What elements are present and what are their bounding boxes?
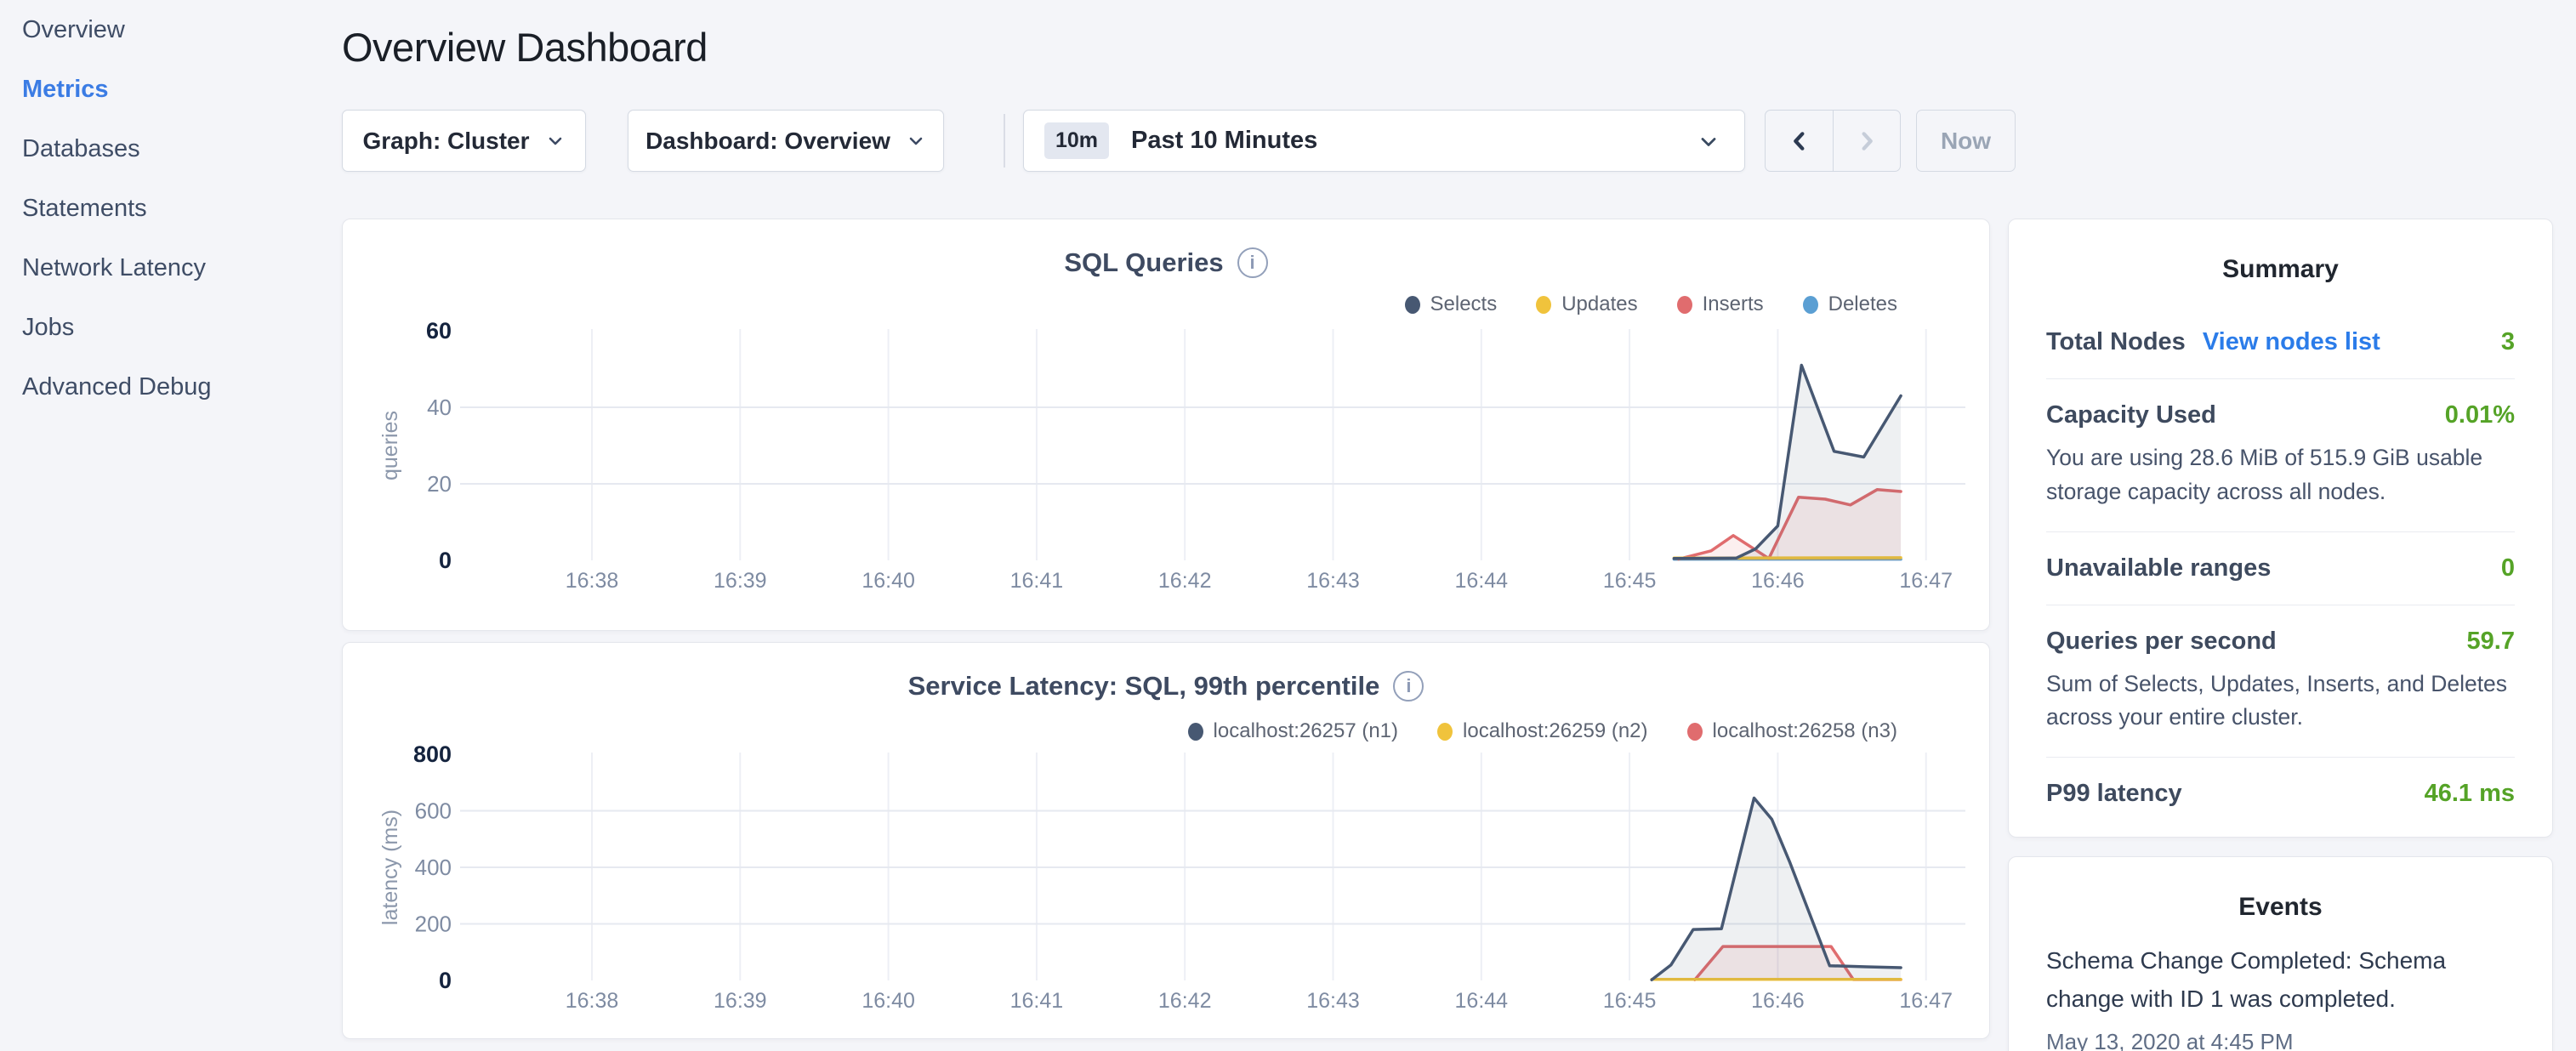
toolbar-divider	[1004, 114, 1005, 168]
svg-text:16:38: 16:38	[566, 569, 619, 593]
next-time-button[interactable]	[1833, 111, 1900, 171]
svg-text:16:40: 16:40	[862, 569, 915, 593]
summary-row-description: Sum of Selects, Updates, Inserts, and De…	[2046, 668, 2515, 736]
event-text: Schema Change Completed: Schema change w…	[2046, 942, 2515, 1019]
view-nodes-list-link[interactable]: View nodes list	[2203, 328, 2380, 356]
summary-row-value: 46.1 ms	[2425, 780, 2515, 808]
chevron-right-icon	[1853, 128, 1880, 155]
events-title: Events	[2009, 857, 2552, 922]
sidebar: OverviewMetricsDatabasesStatementsNetwor…	[0, 0, 340, 1051]
svg-text:16:39: 16:39	[714, 569, 767, 593]
sidebar-item-metrics[interactable]: Metrics	[22, 60, 340, 119]
svg-text:0: 0	[439, 548, 452, 573]
svg-text:400: 400	[415, 855, 452, 880]
svg-text:600: 600	[415, 798, 452, 824]
event-item[interactable]: Schema Change Completed: Schema change w…	[2046, 942, 2515, 1051]
dashboard-dropdown[interactable]: Dashboard: Overview	[628, 110, 944, 172]
svg-text:200: 200	[415, 912, 452, 937]
svg-text:16:42: 16:42	[1158, 569, 1212, 593]
sql-queries-chart-card: SQL Queriesi SelectsUpdatesInsertsDelete…	[342, 219, 1990, 631]
svg-text:16:44: 16:44	[1455, 569, 1509, 593]
events-panel: Events Schema Change Completed: Schema c…	[2008, 856, 2553, 1051]
svg-text:40: 40	[427, 395, 452, 420]
summary-row: Total Nodes View nodes list 3	[2046, 306, 2515, 379]
summary-row: Capacity Used 0.01% You are using 28.6 MiB…	[2046, 379, 2515, 532]
graph-dropdown-label: Graph: Cluster	[362, 128, 529, 155]
page-title: Overview Dashboard	[342, 24, 708, 71]
summary-row: Unavailable ranges 0	[2046, 532, 2515, 605]
summary-row-label: Total Nodes	[2046, 328, 2186, 356]
svg-text:16:40: 16:40	[862, 989, 915, 1013]
sidebar-item-databases[interactable]: Databases	[22, 119, 340, 179]
time-range-badge: 10m	[1044, 122, 1109, 159]
app-root: OverviewMetricsDatabasesStatementsNetwor…	[0, 0, 2576, 1051]
summary-row-label: Queries per second	[2046, 628, 2277, 656]
svg-text:16:43: 16:43	[1306, 989, 1360, 1013]
summary-row-label: Unavailable ranges	[2046, 554, 2271, 582]
summary-row-description: You are using 28.6 MiB of 515.9 GiB usab…	[2046, 441, 2515, 509]
summary-row-value: 0.01%	[2445, 401, 2515, 429]
event-timestamp: May 13, 2020 at 4:45 PM	[2046, 1029, 2515, 1051]
svg-text:16:42: 16:42	[1158, 989, 1212, 1013]
sidebar-item-overview[interactable]: Overview	[22, 0, 340, 60]
summary-panel: Summary Total Nodes View nodes list 3 Capac…	[2008, 219, 2553, 838]
events-list: Schema Change Completed: Schema change w…	[2009, 942, 2552, 1051]
chart-plot[interactable]: 16:38 16:39 16:40 16:41 16:42 16:43 16:44 16:45…	[343, 219, 1991, 632]
summary-row-label: Capacity Used	[2046, 401, 2216, 429]
time-range-label: Past 10 Minutes	[1131, 127, 1317, 155]
svg-text:16:45: 16:45	[1603, 989, 1657, 1013]
chevron-down-icon	[906, 131, 926, 151]
svg-text:16:47: 16:47	[1899, 569, 1953, 593]
previous-time-button[interactable]	[1766, 111, 1833, 171]
time-range-dropdown[interactable]: 10m Past 10 Minutes	[1023, 110, 1745, 172]
svg-text:16:38: 16:38	[566, 989, 619, 1013]
svg-text:16:39: 16:39	[714, 989, 767, 1013]
svg-text:16:46: 16:46	[1751, 569, 1805, 593]
svg-text:16:43: 16:43	[1306, 569, 1360, 593]
summary-row-value: 0	[2501, 554, 2515, 582]
dashboard-dropdown-label: Dashboard: Overview	[645, 128, 890, 155]
summary-row-label: P99 latency	[2046, 780, 2182, 808]
summary-row: P99 latency 46.1 ms	[2046, 758, 2515, 830]
chevron-left-icon	[1786, 128, 1813, 155]
chart-plot[interactable]: 16:38 16:39 16:40 16:41 16:42 16:43 16:44 16:45…	[343, 643, 1991, 1040]
service-latency-chart-card: Service Latency: SQL, 99th percentilei l…	[342, 642, 1990, 1039]
summary-row-value: 3	[2501, 328, 2515, 356]
sidebar-item-statements[interactable]: Statements	[22, 179, 340, 238]
svg-text:800: 800	[413, 741, 452, 767]
sidebar-item-network-latency[interactable]: Network Latency	[22, 238, 340, 298]
summary-row: Queries per second 59.7 Sum of Selects, Up…	[2046, 605, 2515, 758]
sidebar-item-jobs[interactable]: Jobs	[22, 298, 340, 357]
chevron-down-icon	[545, 131, 566, 151]
sidebar-nav: OverviewMetricsDatabasesStatementsNetwor…	[0, 0, 340, 417]
graph-dropdown[interactable]: Graph: Cluster	[342, 110, 586, 172]
svg-text:0: 0	[439, 968, 452, 993]
summary-title: Summary	[2009, 219, 2552, 284]
sidebar-item-advanced-debug[interactable]: Advanced Debug	[22, 357, 340, 417]
svg-text:queries: queries	[378, 411, 402, 480]
svg-text:16:41: 16:41	[1010, 569, 1064, 593]
svg-text:16:44: 16:44	[1455, 989, 1509, 1013]
summary-rows: Total Nodes View nodes list 3 Capacity Used…	[2009, 306, 2552, 830]
svg-text:20: 20	[427, 471, 452, 497]
svg-text:16:47: 16:47	[1899, 989, 1953, 1013]
time-step-buttons	[1765, 110, 1901, 172]
now-button[interactable]: Now	[1916, 110, 2016, 172]
svg-text:16:45: 16:45	[1603, 569, 1657, 593]
svg-text:latency (ms): latency (ms)	[378, 810, 402, 925]
chevron-down-icon	[1697, 130, 1720, 154]
svg-text:16:41: 16:41	[1010, 989, 1064, 1013]
svg-text:16:46: 16:46	[1751, 989, 1805, 1013]
summary-row-value: 59.7	[2467, 628, 2515, 656]
svg-text:60: 60	[426, 318, 452, 344]
